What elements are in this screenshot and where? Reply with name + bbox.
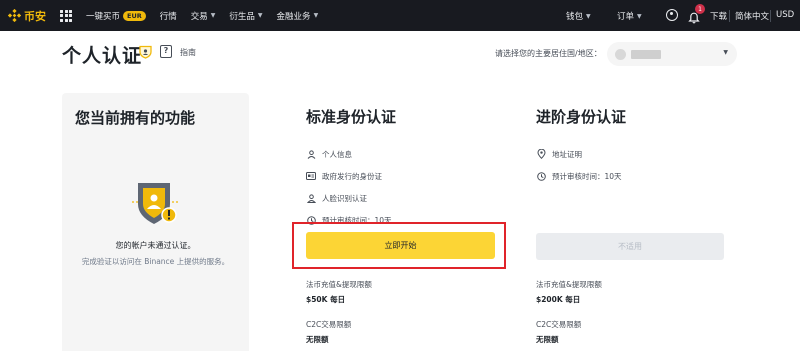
person-icon bbox=[306, 149, 316, 159]
nav-markets-label: 行情 bbox=[159, 11, 177, 22]
chevron-down-icon: ▼ bbox=[586, 12, 591, 20]
language-selector[interactable]: 简体中文 bbox=[735, 10, 769, 22]
verification-shield-icon bbox=[139, 44, 152, 59]
guide-icon[interactable]: ? bbox=[160, 45, 172, 58]
nav-trade-label: 交易 bbox=[190, 11, 208, 22]
nav-divider bbox=[770, 10, 771, 22]
not-applicable-button[interactable]: 不适用 bbox=[536, 233, 724, 260]
page-title: 个人认证 bbox=[62, 45, 143, 67]
requirement-label: 预计审核时间：10天 bbox=[552, 171, 622, 181]
notification-count-badge: 1 bbox=[695, 4, 705, 14]
nav-buy-crypto-label: 一键买币 bbox=[86, 11, 121, 22]
nav-wallet-label: 钱包 bbox=[566, 12, 584, 22]
standard-verification-title: 标准身份认证 bbox=[306, 108, 397, 126]
chevron-down-icon: ▼ bbox=[313, 12, 319, 19]
requirement-label: 政府发行的身份证 bbox=[322, 171, 382, 181]
c2c-limit-value: 无限额 bbox=[536, 335, 559, 344]
chevron-down-icon: ▼ bbox=[637, 12, 642, 20]
current-features-title: 您当前拥有的功能 bbox=[75, 109, 196, 127]
country-prompt: 请选择您的主要居住国/地区： bbox=[495, 49, 602, 58]
user-profile-icon[interactable] bbox=[666, 9, 678, 21]
id-card-icon bbox=[306, 171, 316, 181]
nav-orders-label: 订单 bbox=[617, 12, 635, 22]
binance-logo[interactable]: 币安 bbox=[8, 8, 46, 24]
verification-hint-text: 完成验证以访问在 Binance 上提供的服务。 bbox=[81, 257, 230, 266]
main-nav: 一键买币 EUR 行情 交易 ▼ 衍生品 ▼ 金融业务 ▼ bbox=[86, 10, 332, 22]
notification-bell-icon[interactable]: 1 bbox=[688, 4, 705, 24]
account-status-text: 您的帐户未通过认证。 bbox=[115, 241, 196, 250]
currency-selector[interactable]: USD bbox=[776, 10, 794, 20]
requirement-item: 人脸识别认证 bbox=[306, 193, 396, 203]
requirement-label: 个人信息 bbox=[322, 149, 352, 159]
requirement-label: 人脸识别认证 bbox=[322, 193, 367, 203]
fiat-limit-label: 法币充值&提现限额 bbox=[306, 280, 372, 289]
nav-download[interactable]: 下载 bbox=[710, 10, 727, 22]
country-flag-icon bbox=[615, 48, 626, 60]
face-icon bbox=[306, 193, 316, 203]
requirement-item: 个人信息 bbox=[306, 149, 396, 159]
nav-divider bbox=[729, 10, 730, 22]
country-select[interactable]: ▼ bbox=[607, 42, 737, 66]
current-features-panel: 您当前拥有的功能 您的帐户未通过认证。 完成验证以访问在 Binance 上提供… bbox=[62, 93, 249, 351]
top-nav-bar: 币安 一键买币 EUR 行情 交易 ▼ 衍生品 ▼ 金融业务 ▼ 钱包 ▼ 订单… bbox=[0, 0, 800, 31]
nav-finance-label: 金融业务 bbox=[276, 11, 311, 22]
start-verification-button[interactable]: 立即开始 bbox=[306, 232, 495, 259]
requirement-item: 预计审核时间：10天 bbox=[536, 171, 626, 181]
requirement-item: 地址证明 bbox=[536, 149, 626, 159]
fiat-limit-label: 法币充值&提现限额 bbox=[536, 280, 602, 289]
nav-markets[interactable]: 行情 bbox=[160, 10, 177, 22]
nav-orders[interactable]: 订单 ▼ bbox=[617, 10, 642, 22]
nav-finance[interactable]: 金融业务 ▼ bbox=[277, 10, 319, 22]
country-name-redacted bbox=[631, 49, 661, 59]
binance-logo-icon bbox=[8, 9, 21, 22]
requirement-label: 地址证明 bbox=[552, 149, 582, 159]
guide-link[interactable]: 指南 bbox=[180, 47, 196, 58]
language-label: 简体中文 bbox=[735, 12, 770, 22]
unverified-shield-icon bbox=[130, 180, 182, 232]
currency-badge: EUR bbox=[123, 10, 146, 21]
fiat-limit-value: $50K 每日 bbox=[306, 295, 346, 304]
nav-wallet[interactable]: 钱包 ▼ bbox=[566, 10, 591, 22]
advanced-verification-title: 进阶身份认证 bbox=[536, 108, 627, 126]
requirement-item: 政府发行的身份证 bbox=[306, 171, 396, 181]
apps-grid-icon[interactable] bbox=[60, 9, 72, 22]
advanced-verification-column: 进阶身份认证 地址证明 预计审核时间：10天 bbox=[536, 106, 626, 193]
c2c-limit-label: C2C交易限额 bbox=[306, 320, 352, 329]
logo-text: 币安 bbox=[24, 9, 46, 23]
clock-icon bbox=[536, 171, 546, 181]
c2c-limit-label: C2C交易限额 bbox=[536, 320, 582, 329]
fiat-limit-value: $200K 每日 bbox=[536, 295, 581, 304]
currency-label: USD bbox=[776, 10, 795, 20]
nav-derivatives[interactable]: 衍生品 ▼ bbox=[229, 10, 262, 22]
nav-derivatives-label: 衍生品 bbox=[229, 11, 255, 22]
c2c-limit-value: 无限额 bbox=[306, 335, 329, 344]
nav-buy-crypto[interactable]: 一键买币 EUR bbox=[86, 10, 146, 22]
chevron-down-icon: ▼ bbox=[257, 12, 263, 19]
chevron-down-icon: ▼ bbox=[210, 12, 216, 19]
nav-download-label: 下载 bbox=[710, 12, 728, 22]
location-icon bbox=[536, 149, 546, 159]
chevron-down-icon: ▼ bbox=[723, 49, 728, 56]
nav-trade[interactable]: 交易 ▼ bbox=[191, 10, 216, 22]
standard-verification-column: 标准身份认证 个人信息 政府发行的身份证 人脸识别认证 预计审核时间：10天 bbox=[306, 106, 396, 237]
